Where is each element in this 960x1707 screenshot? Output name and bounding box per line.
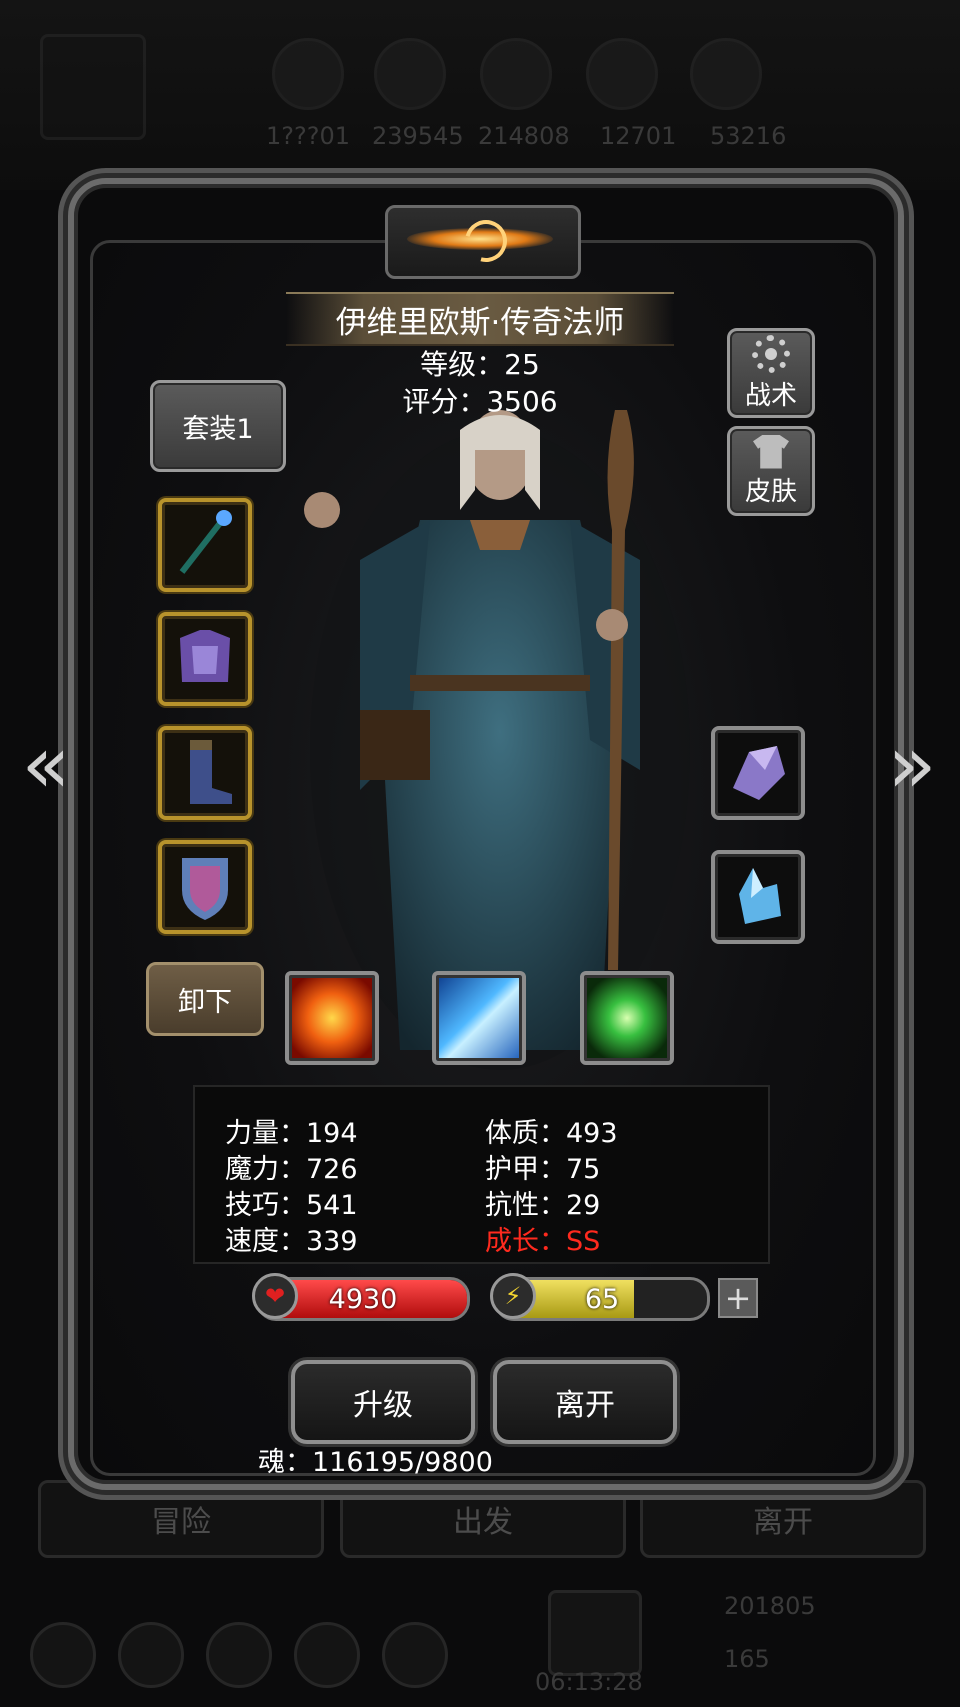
stat-resistance: 抗性：29	[485, 1190, 601, 1221]
equipment-slot-armor[interactable]	[158, 612, 252, 706]
stat-growth: 成长：SS	[485, 1226, 601, 1257]
background-value: 53216	[710, 122, 787, 150]
background-resource-icon	[272, 38, 344, 110]
hero-level: 等级：25	[420, 348, 540, 381]
gem-slot-2[interactable]	[711, 850, 805, 944]
stats-panel: 力量：194 体质：493 魔力：726 护甲：75 技巧：541 抗性：29 …	[193, 1085, 770, 1264]
background-timer: 06:13:28	[535, 1668, 643, 1696]
equipment-slot-boots[interactable]	[158, 726, 252, 820]
equipment-slot-weapon[interactable]	[158, 498, 252, 592]
stat-speed: 速度：339	[225, 1226, 358, 1257]
previous-hero-arrow-icon[interactable]: «	[16, 720, 76, 810]
frost-skill-icon[interactable]	[432, 971, 526, 1065]
shield-icon	[182, 858, 228, 920]
stat-armor: 护甲：75	[485, 1154, 601, 1185]
background-tab-depart: 出发	[340, 1480, 626, 1558]
stat-strength: 力量：194	[225, 1118, 358, 1149]
staff-icon	[179, 510, 232, 574]
background-item-slot	[40, 34, 146, 140]
unequip-button[interactable]: 卸下	[146, 962, 264, 1036]
next-hero-arrow-icon[interactable]: »	[882, 720, 942, 810]
shirt-icon	[753, 434, 789, 469]
background-gold: 201805	[724, 1592, 816, 1620]
skin-button[interactable]: 皮肤	[727, 426, 815, 516]
hero-score: 评分：3506	[402, 385, 558, 418]
background-gems: 165	[724, 1645, 770, 1673]
background-nav-icon	[294, 1622, 360, 1688]
stat-magic: 魔力：726	[225, 1154, 358, 1185]
background-resource-icon	[586, 38, 658, 110]
ice-crystal-icon	[739, 868, 781, 924]
lightning-icon: ⚡	[490, 1273, 536, 1319]
equipment-slot-shield[interactable]	[158, 840, 252, 934]
stat-constitution: 体质：493	[485, 1118, 618, 1149]
background-nav-icon	[118, 1622, 184, 1688]
nature-skill-icon[interactable]	[580, 971, 674, 1065]
tactics-button[interactable]: 战术	[727, 328, 815, 418]
upgrade-button[interactable]: 升级	[291, 1360, 475, 1444]
background-value: 214808	[478, 122, 570, 150]
skin-label: 皮肤	[744, 476, 797, 507]
soul-counter: 魂：116195/9800	[258, 1447, 493, 1478]
heart-icon: ❤	[252, 1273, 298, 1319]
stat-skill: 技巧：541	[225, 1190, 358, 1221]
background-nav-icon	[30, 1622, 96, 1688]
background-chest-icon	[548, 1590, 642, 1676]
background-resource-icon	[374, 38, 446, 110]
equipment-set-button[interactable]: 套装1	[150, 380, 286, 472]
boots-icon	[190, 740, 232, 804]
background-tab-leave: 离开	[640, 1480, 926, 1558]
gem-slot-1[interactable]	[711, 726, 805, 820]
armor-icon	[180, 630, 230, 682]
background-tab-adventure: 冒险	[38, 1480, 324, 1558]
amethyst-crystal-icon	[733, 746, 785, 800]
background-resource-icon	[480, 38, 552, 110]
hero-name: 伊维里欧斯·传奇法师	[286, 292, 674, 346]
background-value: 1???01	[266, 122, 351, 150]
add-energy-button[interactable]: +	[718, 1278, 758, 1318]
background-nav-icon	[382, 1622, 448, 1688]
leave-button[interactable]: 离开	[493, 1360, 677, 1444]
background-value: 12701	[600, 122, 677, 150]
gear-icon	[752, 334, 790, 373]
tactics-label: 战术	[744, 380, 797, 411]
background-value: 239545	[372, 122, 464, 150]
background-nav-icon	[206, 1622, 272, 1688]
background-resource-icon	[690, 38, 762, 110]
fire-skill-icon[interactable]	[285, 971, 379, 1065]
